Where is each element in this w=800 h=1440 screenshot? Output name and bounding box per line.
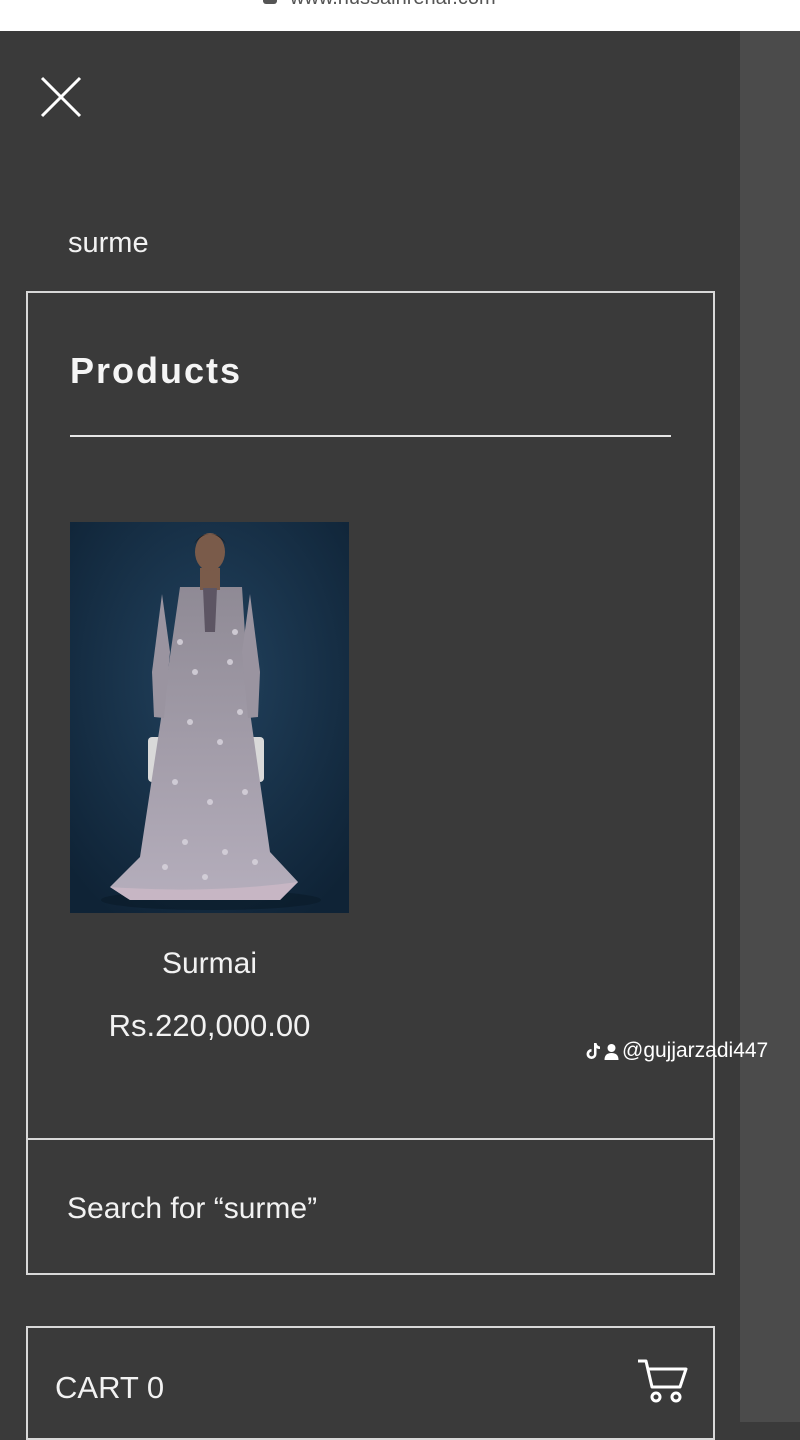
search-all-link[interactable]: Search for “surme” — [67, 1192, 317, 1226]
search-input[interactable] — [66, 218, 670, 268]
products-heading: Products — [70, 350, 243, 391]
cart-icon — [638, 1359, 688, 1403]
close-button[interactable] — [38, 74, 84, 120]
url-text: www.hussainrehar.com — [290, 0, 496, 10]
product-image[interactable] — [70, 522, 349, 913]
watermark: @gujjarzadi447 — [585, 1039, 768, 1063]
products-divider — [70, 435, 671, 437]
user-icon — [604, 1043, 619, 1060]
product-photo — [70, 522, 349, 913]
product-card[interactable]: Surmai Rs.220,000.00 — [70, 522, 349, 1052]
results-divider — [28, 1138, 713, 1140]
watermark-handle: @gujjarzadi447 — [622, 1039, 769, 1062]
product-name[interactable]: Surmai — [70, 947, 349, 981]
tiktok-icon — [586, 1043, 600, 1059]
page-overlay-strip[interactable] — [740, 31, 800, 1422]
product-price: Rs.220,000.00 — [108, 1008, 311, 1043]
close-icon — [40, 76, 82, 118]
cart-button[interactable] — [636, 1357, 688, 1405]
lock-icon — [263, 0, 277, 4]
browser-url-bar[interactable]: www.hussainrehar.com — [0, 0, 800, 32]
cart-label[interactable]: CART 0 — [55, 1370, 164, 1406]
